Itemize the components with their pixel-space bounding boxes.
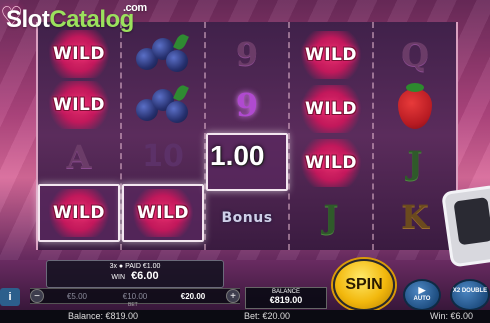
bet-option[interactable]: €10.00	[110, 292, 160, 301]
watermark-logo: SlotCatalog .com	[6, 2, 147, 34]
symbol-a: A	[43, 133, 115, 181]
symbol-wild: WILD	[295, 31, 367, 79]
win-line: WIN €6.00	[47, 270, 223, 282]
win-label: WIN	[111, 274, 125, 281]
bet-option-selected[interactable]: €20.00	[168, 292, 218, 301]
status-bar: Balance: €819.00 Bet: €20.00 Win: €6.00	[0, 310, 490, 323]
wild-label: WILD	[295, 139, 367, 187]
bonus-label: Bonus	[221, 210, 273, 227]
strawberry-icon	[398, 83, 432, 129]
reel-2: 10 WILD	[122, 22, 206, 250]
wild-label: WILD	[43, 81, 115, 130]
symbol-k: K	[379, 193, 451, 241]
bet-decrease-button[interactable]: −	[30, 289, 44, 303]
symbol-wild-winning: WILD	[38, 184, 120, 243]
symbol-10-label: 10	[142, 139, 184, 175]
symbol-bonus: Bonus	[211, 194, 283, 242]
double-label: X2 DOUBLE	[452, 288, 488, 294]
symbol-9-label: 9	[235, 34, 259, 73]
symbol-wild: WILD	[295, 139, 367, 187]
symbol-q-label: Q	[401, 36, 429, 74]
symbol-wild: WILD	[43, 29, 115, 78]
paid-line: 3x ● PAID €1.00	[109, 263, 161, 270]
watermark-suffix: .com	[123, 2, 147, 14]
symbol-j-label: J	[323, 198, 339, 236]
symbol-blueberries	[127, 81, 199, 129]
wild-label: WILD	[43, 29, 115, 78]
symbol-a-label: A	[66, 137, 92, 176]
auto-label: AUTO	[413, 296, 431, 302]
symbol-blueberries	[127, 30, 199, 78]
symbol-q: Q	[379, 31, 451, 79]
spin-button[interactable]: SPIN	[333, 259, 395, 311]
symbol-9-highlight: 9	[211, 81, 283, 129]
bet-label: BET	[128, 302, 138, 308]
symbol-10: 10	[127, 133, 199, 181]
symbol-j-label: J	[407, 144, 423, 182]
reel-4: WILD WILD WILD J	[290, 22, 374, 250]
symbol-j: J	[295, 193, 367, 241]
bet-increase-button[interactable]: +	[226, 289, 240, 303]
win-info-panel: 3x ● PAID €1.00 WIN €6.00	[46, 260, 224, 288]
symbol-wild-winning: WILD	[122, 184, 204, 243]
status-bet: Bet: €20.00	[244, 311, 291, 321]
reels-grid: WILD WILD A WILD 10 WILD 9 9 Bonus WILD …	[36, 22, 458, 250]
status-win: Win: €6.00	[430, 311, 474, 321]
balance-value: €819.00	[269, 295, 303, 305]
symbol-9-label: 9	[235, 86, 259, 125]
auto-button[interactable]: ▶ AUTO	[403, 279, 441, 311]
wild-label: WILD	[127, 189, 199, 238]
symbol-j: J	[379, 139, 451, 187]
info-button[interactable]: i	[0, 288, 20, 306]
reel-3: 9 9 Bonus	[206, 22, 290, 250]
status-balance: Balance: €819.00	[68, 311, 139, 321]
watermark-part1: Slot	[6, 6, 50, 33]
reel-1: WILD WILD A WILD	[38, 22, 122, 250]
symbol-wild: WILD	[295, 85, 367, 133]
symbol-9: 9	[211, 30, 283, 78]
blueberries-icon	[136, 32, 190, 74]
watermark-part2: Catalog	[49, 6, 134, 33]
symbol-k-label: K	[401, 198, 429, 236]
double-button[interactable]: X2 DOUBLE	[450, 279, 490, 311]
wild-label: WILD	[295, 31, 367, 79]
wild-label: WILD	[295, 85, 367, 133]
bet-option[interactable]: €5.00	[52, 292, 102, 301]
wild-label: WILD	[43, 189, 115, 238]
win-amount-overlay: 1.00	[210, 140, 265, 171]
blueberries-icon	[136, 83, 190, 125]
play-icon: ▶	[418, 285, 426, 295]
balance-box: BALANCE €819.00	[245, 287, 327, 309]
symbol-wild: WILD	[43, 81, 115, 130]
symbol-strawberry	[379, 83, 451, 133]
win-value: €6.00	[131, 270, 159, 282]
